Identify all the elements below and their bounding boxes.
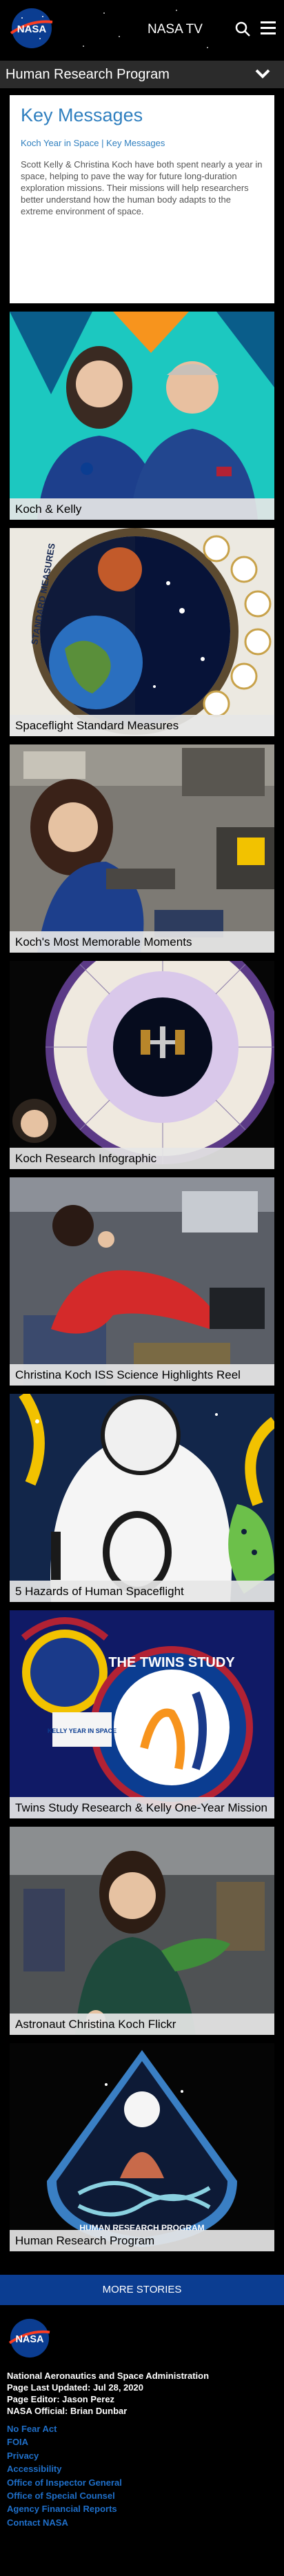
footer-link-no-fear-act[interactable]: No Fear Act <box>7 2422 122 2435</box>
footer-link-financial-reports[interactable]: Agency Financial Reports <box>7 2502 122 2515</box>
story-tile-five-hazards[interactable]: 5 Hazards of Human Spaceflight <box>10 1394 274 1602</box>
footer-link-special-counsel[interactable]: Office of Special Counsel <box>7 2489 122 2502</box>
star-decoration <box>207 47 208 48</box>
star-decoration <box>119 36 120 37</box>
nasa-footer-logo[interactable]: NASA <box>7 2318 52 2359</box>
story-tile-standard-measures[interactable]: STANDARD MEASURES Spaceflight Standard M… <box>10 528 274 736</box>
more-stories-label: MORE STORIES <box>102 2284 182 2295</box>
footer-link-inspector-general[interactable]: Office of Inspector General <box>7 2476 122 2489</box>
star-decoration <box>176 10 177 11</box>
footer-link-foia[interactable]: FOIA <box>7 2435 122 2448</box>
standard-measures-image: STANDARD MEASURES <box>10 528 274 736</box>
footer-links: No Fear Act FOIA Privacy Accessibility O… <box>7 2422 122 2529</box>
story-tile-science-highlights[interactable]: Christina Koch ISS Science Highlights Re… <box>10 1177 274 1386</box>
story-tile-twins-study[interactable]: THE TWINS STUDY KELLY YEAR IN SPACE Twin… <box>10 1610 274 1818</box>
twins-study-label: THE TWINS STUDY <box>108 1655 235 1670</box>
story-tile-caption: Spaceflight Standard Measures <box>10 715 274 736</box>
page-editor: Page Editor: Jason Perez <box>7 2394 115 2404</box>
story-tile-caption: Astronaut Christina Koch Flickr <box>10 2014 274 2035</box>
key-messages-card: Key Messages Koch Year in Space | Key Me… <box>10 95 274 303</box>
star-decoration <box>103 12 105 14</box>
memorable-moments-image <box>10 744 274 953</box>
footer-link-privacy[interactable]: Privacy <box>7 2449 122 2462</box>
key-messages-title: Key Messages <box>21 105 143 125</box>
last-updated: Page Last Updated: Jul 28, 2020 <box>7 2382 143 2393</box>
story-tile-koch-kelly[interactable]: Koch & Kelly <box>10 312 274 520</box>
koch-flickr-image <box>10 1827 274 2035</box>
key-messages-breadcrumb-link[interactable]: Koch Year in Space | Key Messages <box>21 138 165 148</box>
more-stories-button[interactable]: MORE STORIES <box>0 2275 284 2305</box>
science-highlights-image <box>10 1177 274 1386</box>
footer-info: National Aeronautics and Space Administr… <box>7 2370 209 2417</box>
agency-name: National Aeronautics and Space Administr… <box>7 2371 210 2381</box>
footer-logo-wordmark: NASA <box>15 2334 44 2345</box>
footer-link-accessibility[interactable]: Accessibility <box>7 2462 122 2475</box>
story-tile-human-research-program[interactable]: HUMAN RESEARCH PROGRAM Human Research Pr… <box>10 2043 274 2251</box>
nasa-logo[interactable]: NASA <box>8 7 55 50</box>
story-tile-flickr[interactable]: Astronaut Christina Koch Flickr <box>10 1827 274 2035</box>
story-tile-caption: Koch & Kelly <box>10 498 274 520</box>
koch-kelly-image <box>10 312 274 520</box>
star-decoration <box>83 45 84 47</box>
story-tile-caption: Christina Koch ISS Science Highlights Re… <box>10 1364 274 1386</box>
research-infographic-image <box>10 961 274 1169</box>
kelly-year-label: KELLY YEAR IN SPACE <box>48 1727 116 1734</box>
logo-wordmark: NASA <box>17 23 47 35</box>
top-bar: NASA NASA TV <box>0 0 284 59</box>
menu-icon[interactable] <box>261 21 276 35</box>
story-tile-caption: Koch Research Infographic <box>10 1148 274 1169</box>
story-tile-memorable-moments[interactable]: Koch's Most Memorable Moments <box>10 744 274 953</box>
section-nav-bar[interactable]: Human Research Program <box>0 61 284 88</box>
twins-study-image: THE TWINS STUDY KELLY YEAR IN SPACE <box>10 1610 274 1818</box>
story-tile-caption: 5 Hazards of Human Spaceflight <box>10 1581 274 1602</box>
site-footer: NASA National Aeronautics and Space Admi… <box>0 2305 284 2576</box>
story-tile-research-infographic[interactable]: Koch Research Infographic <box>10 961 274 1169</box>
section-title: Human Research Program <box>6 67 170 82</box>
story-tile-caption: Twins Study Research & Kelly One-Year Mi… <box>10 1797 274 1818</box>
nasa-tv-link[interactable]: NASA TV <box>148 22 203 37</box>
footer-link-contact-nasa[interactable]: Contact NASA <box>7 2516 122 2529</box>
hrp-patch-image: HUMAN RESEARCH PROGRAM <box>10 2043 274 2251</box>
story-tile-caption: Koch's Most Memorable Moments <box>10 931 274 953</box>
five-hazards-image <box>10 1394 274 1602</box>
nasa-official: NASA Official: Brian Dunbar <box>7 2406 128 2416</box>
story-tile-caption: Human Research Program <box>10 2230 274 2251</box>
search-icon[interactable] <box>234 21 251 37</box>
chevron-down-icon[interactable] <box>255 68 270 80</box>
key-messages-body: Scott Kelly & Christina Koch have both s… <box>21 159 263 216</box>
